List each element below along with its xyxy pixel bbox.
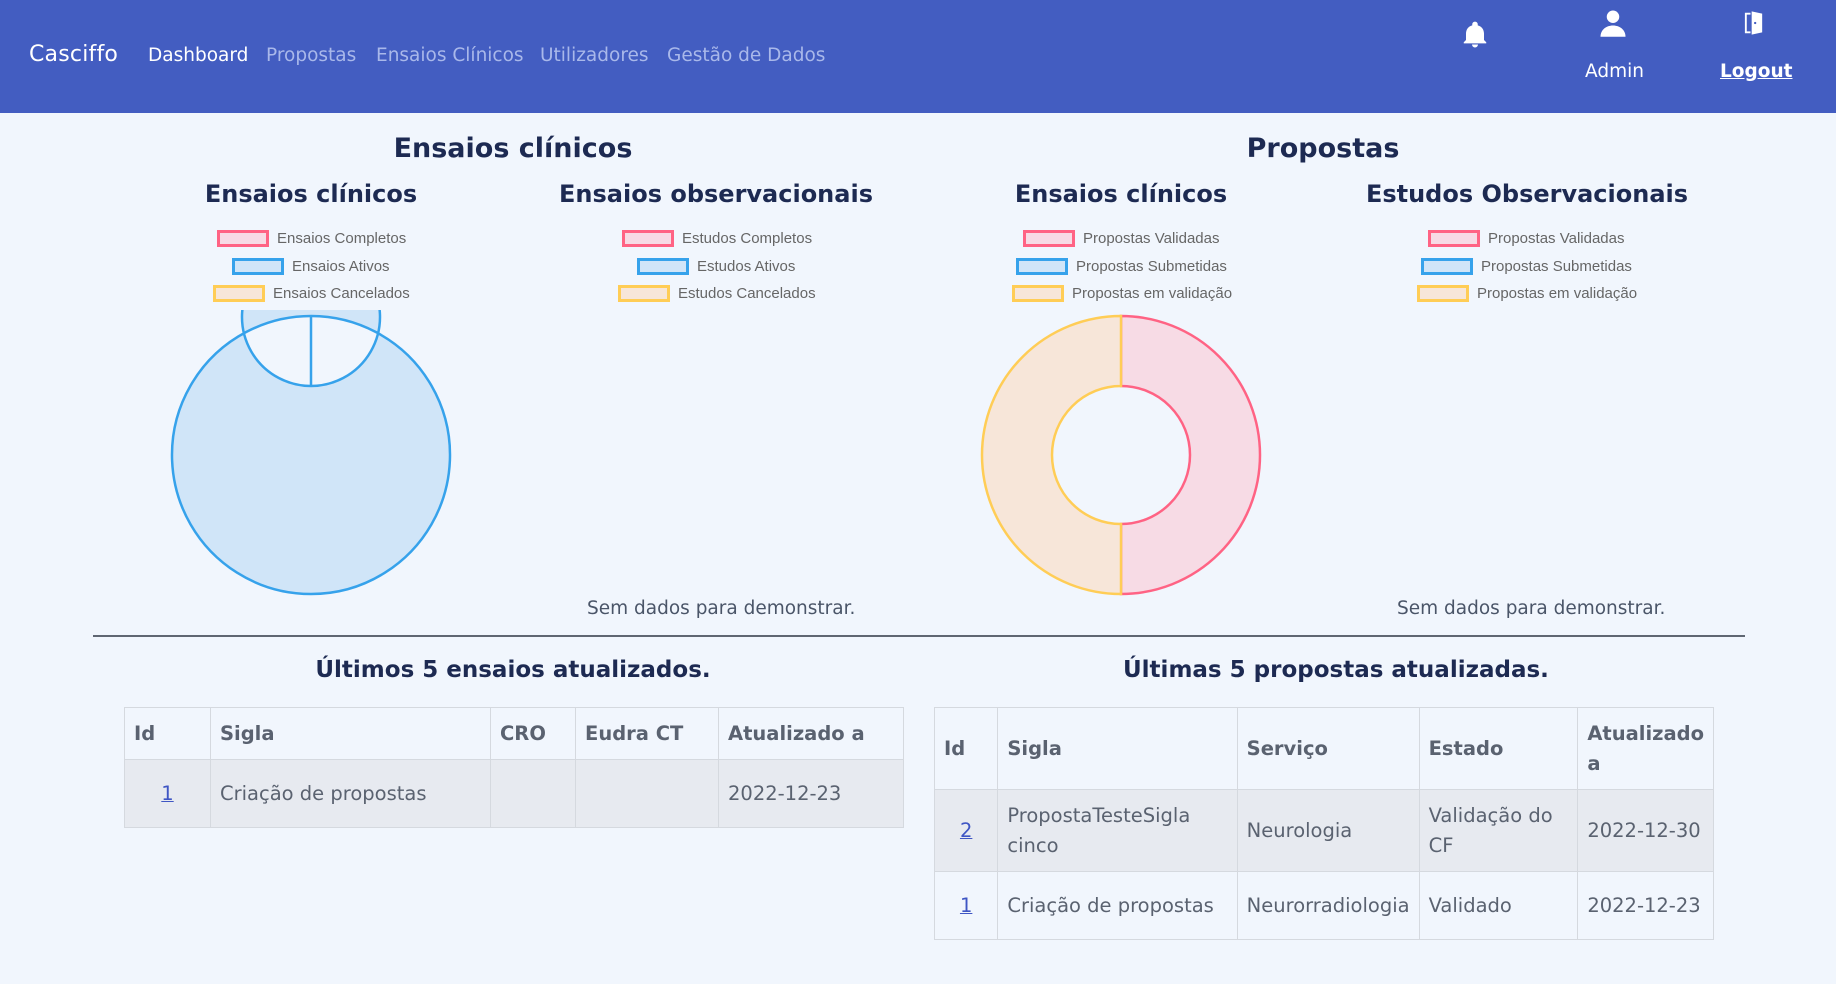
col-header-sigla[interactable]: Sigla	[997, 707, 1238, 790]
col-header-id[interactable]: Id	[933, 707, 999, 790]
legend-item[interactable]: Propostas Validadas	[1428, 230, 1624, 247]
legend-item[interactable]: Propostas Validadas	[1023, 230, 1219, 247]
cell-servico: Neurologia	[1236, 789, 1420, 872]
donut-slice-propostas-validadas[interactable]	[1119, 314, 1262, 596]
legend-swatch-red	[1023, 230, 1075, 247]
col-header-estado[interactable]: Estado	[1418, 707, 1579, 790]
legend-label: Propostas em validação	[1072, 285, 1233, 302]
legend-item[interactable]: Estudos Completos	[622, 230, 812, 247]
table-row: 2 PropostaTesteSigla cinco Neurologia Va…	[933, 789, 1714, 872]
propostas-section-title: Propostas	[1246, 133, 1400, 164]
donut-slice-propostas-em-validação[interactable]	[980, 314, 1123, 596]
legend-swatch-blue	[232, 258, 284, 275]
cell-id: 1	[124, 759, 211, 828]
logout-link[interactable]: Logout	[1720, 61, 1792, 82]
col-header-servico[interactable]: Serviço	[1236, 707, 1420, 790]
col-header-cro[interactable]: CRO	[490, 707, 576, 760]
legend-swatch-red	[217, 230, 269, 247]
legend-swatch-yellow	[618, 285, 670, 302]
chart2-empty-message: Sem dados para demonstrar.	[587, 598, 856, 619]
legend-label: Estudos Completos	[682, 230, 813, 247]
cell-atualizado: 2022-12-23	[1577, 871, 1714, 940]
ensaio-id-link[interactable]: 1	[161, 782, 173, 805]
legend-swatch-blue	[637, 258, 689, 275]
legend-label: Ensaios Completos	[277, 230, 407, 247]
cell-eudra-ct	[575, 759, 719, 828]
cell-estado: Validação do CF	[1418, 789, 1579, 872]
legend-label: Ensaios Ativos	[292, 258, 390, 275]
legend-item[interactable]: Ensaios Cancelados	[213, 285, 410, 302]
col-header-id[interactable]: Id	[124, 707, 211, 760]
brand-link[interactable]: Casciffo	[29, 42, 118, 67]
legend-swatch-red	[1428, 230, 1480, 247]
legend-swatch-red	[622, 230, 674, 247]
legend-label: Propostas Validadas	[1488, 230, 1625, 247]
table-row: 1 Criação de propostas Neurorradiologia …	[933, 871, 1714, 940]
legend-label: Estudos Cancelados	[678, 285, 816, 302]
nav-dashboard[interactable]: Dashboard	[148, 45, 248, 66]
legend-swatch-blue	[1421, 258, 1473, 275]
door-exit-icon[interactable]	[1740, 9, 1768, 37]
cell-servico: Neurorradiologia	[1236, 871, 1420, 940]
legend-swatch-blue	[1016, 258, 1068, 275]
proposta-id-link[interactable]: 2	[960, 819, 972, 842]
table-row: 1 Criação de propostas 2022-12-23	[124, 759, 904, 828]
legend-item[interactable]: Propostas em validação	[1012, 285, 1232, 302]
ensaios-table-title: Últimos 5 ensaios atualizados.	[315, 657, 711, 683]
legend-item[interactable]: Propostas Submetidas	[1421, 258, 1632, 275]
legend-item[interactable]: Ensaios Ativos	[232, 258, 390, 275]
propostas-table-title: Últimas 5 propostas atualizadas.	[1123, 657, 1549, 683]
cell-atualizado: 2022-12-30	[1577, 789, 1714, 872]
chart2-title: Ensaios observacionais	[559, 180, 873, 208]
proposta-id-link[interactable]: 1	[960, 894, 972, 917]
legend-label: Propostas em validação	[1477, 285, 1638, 302]
navbar: Casciffo Dashboard Propostas Ensaios Clí…	[0, 0, 1836, 113]
col-header-eudra-ct[interactable]: Eudra CT	[575, 707, 719, 760]
legend-label: Ensaios Cancelados	[273, 285, 410, 302]
legend-label: Estudos Ativos	[697, 258, 796, 275]
legend-item[interactable]: Estudos Ativos	[637, 258, 795, 275]
legend-item[interactable]: Propostas Submetidas	[1016, 258, 1227, 275]
nav-gestao-dados[interactable]: Gestão de Dados	[667, 45, 825, 66]
cell-cro	[490, 759, 576, 828]
nav-utilizadores[interactable]: Utilizadores	[540, 45, 649, 66]
cell-sigla: PropostaTesteSigla cinco	[997, 789, 1238, 872]
legend-item[interactable]: Ensaios Completos	[217, 230, 406, 247]
user-icon[interactable]	[1598, 8, 1628, 38]
col-header-sigla[interactable]: Sigla	[210, 707, 491, 760]
legend-label: Propostas Submetidas	[1481, 258, 1632, 275]
propostas-table: Id Sigla Serviço Estado Atualizado a 2 P…	[933, 707, 1714, 940]
nav-ensaios-clinicos[interactable]: Ensaios Clínicos	[376, 45, 524, 66]
legend-label: Propostas Validadas	[1083, 230, 1220, 247]
legend-label: Propostas Submetidas	[1076, 258, 1227, 275]
chart1-title: Ensaios clínicos	[204, 180, 418, 208]
user-label[interactable]: Admin	[1585, 61, 1644, 82]
bell-icon[interactable]	[1460, 20, 1490, 50]
propostas-clinicos-donut-chart[interactable]	[976, 310, 1266, 600]
ensaios-table: Id Sigla CRO Eudra CT Atualizado a 1 Cri…	[124, 707, 904, 828]
col-header-atualizado[interactable]: Atualizado a	[718, 707, 904, 760]
cell-id: 1	[933, 871, 999, 940]
section-divider	[93, 635, 1745, 637]
nav-propostas[interactable]: Propostas	[266, 45, 356, 66]
cell-sigla: Criação de propostas	[210, 759, 491, 828]
legend-swatch-yellow	[1012, 285, 1064, 302]
legend-item[interactable]: Estudos Cancelados	[618, 285, 816, 302]
legend-swatch-yellow	[1417, 285, 1469, 302]
col-header-atualizado[interactable]: Atualizado a	[1577, 707, 1714, 790]
table-header-row: Id Sigla Serviço Estado Atualizado a	[933, 707, 1714, 790]
chart3-title: Ensaios clínicos	[1014, 180, 1228, 208]
ensaios-section-title: Ensaios clínicos	[393, 133, 633, 164]
ensaios-clinicos-donut-chart[interactable]	[166, 310, 456, 600]
legend-swatch-yellow	[213, 285, 265, 302]
cell-sigla: Criação de propostas	[997, 871, 1238, 940]
table-header-row: Id Sigla CRO Eudra CT Atualizado a	[124, 707, 904, 760]
cell-estado: Validado	[1418, 871, 1579, 940]
cell-atualizado: 2022-12-23	[718, 759, 904, 828]
chart4-empty-message: Sem dados para demonstrar.	[1397, 598, 1666, 619]
cell-id: 2	[933, 789, 999, 872]
chart4-title: Estudos Observacionais	[1365, 180, 1689, 208]
legend-item[interactable]: Propostas em validação	[1417, 285, 1637, 302]
